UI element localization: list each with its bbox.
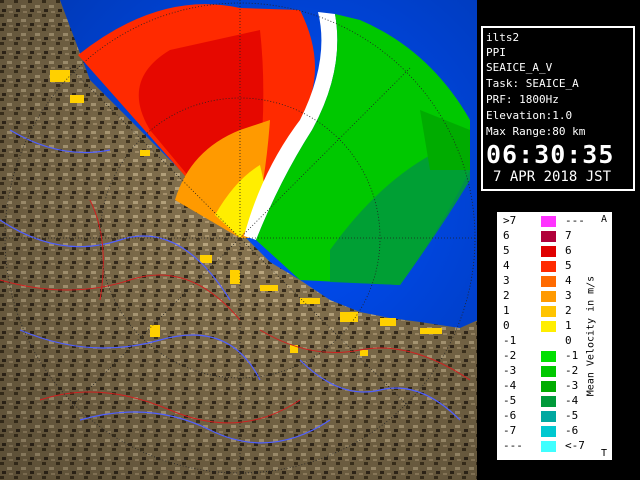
legend-row-min: -1: [503, 334, 517, 347]
legend-row-min: 2: [503, 289, 510, 302]
legend-color-swatch: [541, 291, 556, 302]
max-range-label: Max Range:80 km: [486, 125, 586, 138]
legend-row-max: 5: [565, 259, 572, 272]
legend-row-max: 4: [565, 274, 572, 287]
legend-top-tag: A: [601, 214, 608, 225]
legend-row-max: -3: [565, 379, 579, 392]
legend-color-swatch: [541, 231, 556, 242]
legend-row-min: -3: [503, 364, 517, 377]
legend-color-swatch: [541, 351, 556, 362]
elevation-label: Elevation:1.0: [486, 109, 573, 122]
legend-color-swatch: [541, 321, 556, 332]
legend-color-swatch: [541, 216, 556, 227]
legend-row-min: 6: [503, 229, 510, 242]
legend-row-min: -2: [503, 349, 517, 362]
legend-row-min: 5: [503, 244, 510, 257]
legend-row-max: ---: [565, 214, 585, 227]
legend-color-swatch: [541, 411, 556, 422]
legend-color-swatch: [541, 426, 556, 437]
legend-color-swatch: [541, 306, 556, 317]
legend-row-max: 0: [565, 334, 572, 347]
legend-title: Mean Velocity in m/s: [585, 275, 597, 397]
legend-color-swatch: [541, 246, 556, 257]
legend-row-min: 1: [503, 304, 510, 317]
product-type: PPI: [486, 46, 506, 59]
legend-color-swatch: [541, 441, 556, 452]
legend-row-min: >7: [503, 214, 517, 227]
velocity-legend: >7 --- 6 7 5 6 4 5 3 4 2 3 1 2 0 1 -1 0 -2 -1 -3 -2 -4 -3 -5 -4 -6…: [495, 210, 614, 462]
legend-color-swatch: [541, 366, 556, 377]
legend-row-max: 7: [565, 229, 572, 242]
legend-row-max: -5: [565, 409, 579, 422]
radar-name: ilts2: [486, 31, 520, 44]
legend-row-max: -4: [565, 394, 579, 407]
legend-row-min: 3: [503, 274, 510, 287]
legend-row-max: 1: [565, 319, 572, 332]
legend-row-max: -6: [565, 424, 579, 437]
legend-row-max: -1: [565, 349, 579, 362]
legend-row-min: -4: [503, 379, 517, 392]
legend-row-max: 6: [565, 244, 572, 257]
legend-color-swatch: [541, 336, 556, 347]
prf-label: PRF: 1800Hz: [486, 93, 559, 106]
legend-color-swatch: [541, 381, 556, 392]
legend-color-swatch: [541, 396, 556, 407]
product-name: SEAICE_A_V: [486, 61, 553, 74]
legend-row-min: -5: [503, 394, 517, 407]
radar-map[interactable]: [0, 0, 478, 480]
scan-date: 7 APR 2018 JST: [493, 169, 612, 185]
scan-time: 06:30:35: [486, 140, 615, 169]
legend-row-max: 3: [565, 289, 572, 302]
legend-row-max: 2: [565, 304, 572, 317]
legend-row-min: -6: [503, 409, 517, 422]
legend-color-swatch: [541, 276, 556, 287]
legend-row-min: ---: [503, 439, 523, 452]
legend-row-min: -7: [503, 424, 517, 437]
legend-row-max: <-7: [565, 439, 585, 452]
legend-bottom-tag: T: [601, 448, 608, 459]
legend-row-min: 0: [503, 319, 510, 332]
legend-row-min: 4: [503, 259, 510, 272]
legend-color-swatch: [541, 261, 556, 272]
task-label: Task: SEAICE_A: [486, 77, 579, 90]
radar-info-panel: ilts2 PPI SEAICE_A_V Task: SEAICE_A PRF:…: [481, 26, 635, 191]
legend-row-max: -2: [565, 364, 579, 377]
